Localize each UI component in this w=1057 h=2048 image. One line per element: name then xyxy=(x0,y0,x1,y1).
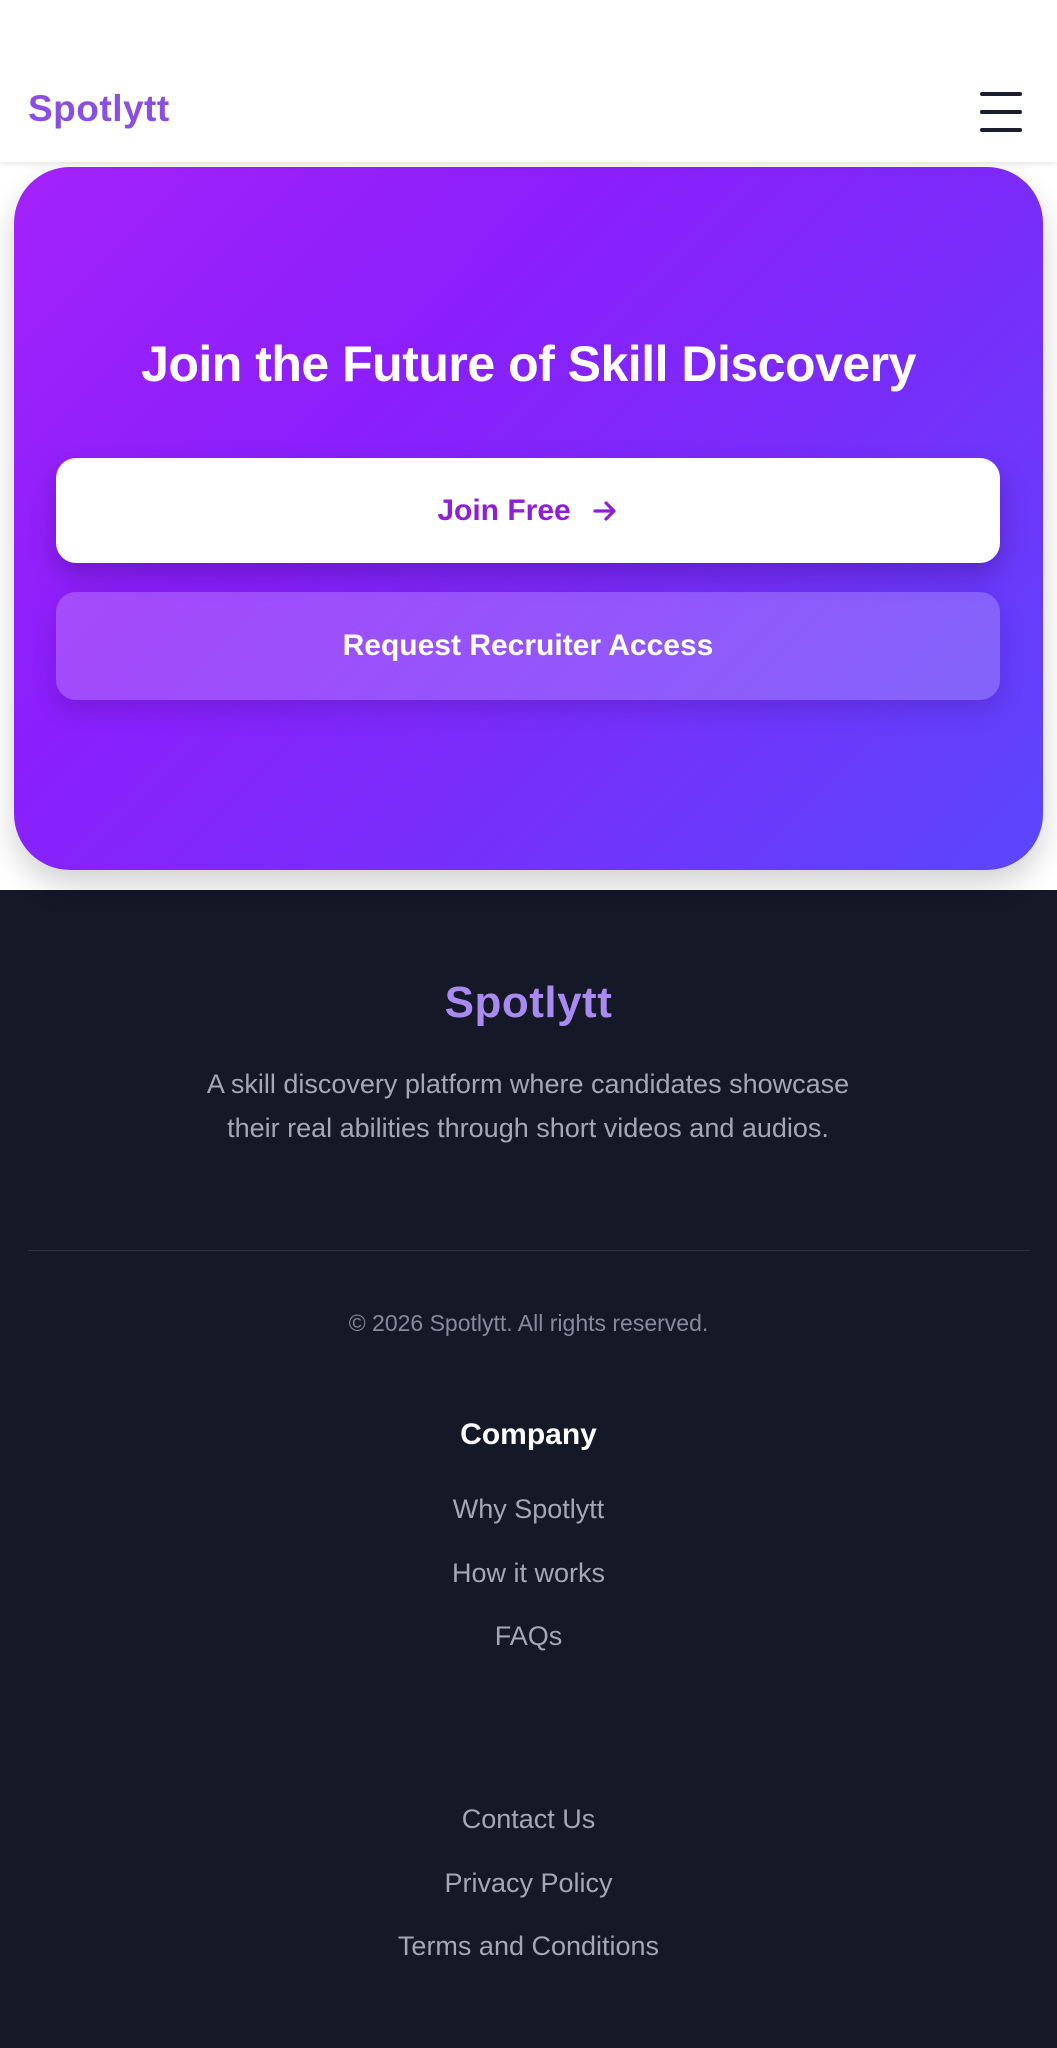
arrow-right-icon xyxy=(591,497,619,525)
footer-link-privacy-policy[interactable]: Privacy Policy xyxy=(0,1868,1057,1899)
menu-bar xyxy=(980,110,1022,114)
recruiter-access-label: Request Recruiter Access xyxy=(342,629,714,662)
footer-divider xyxy=(28,1250,1029,1251)
hero-title: Join the Future of Skill Discovery xyxy=(141,336,916,392)
footer-logo[interactable]: Spotlytt xyxy=(0,978,1057,1028)
brand-logo[interactable]: Spotlytt xyxy=(28,88,170,130)
cta-hero: Join the Future of Skill Discovery Join … xyxy=(14,167,1043,870)
site-header: Spotlytt xyxy=(0,0,1057,162)
copyright-text: © 2026 Spotlytt. All rights reserved. xyxy=(348,1310,709,1336)
footer-description: A skill discovery platform where candida… xyxy=(206,1069,850,1143)
join-free-label: Join Free xyxy=(437,493,571,527)
join-free-button[interactable]: Join Free xyxy=(56,458,1000,563)
hamburger-menu-icon[interactable] xyxy=(978,90,1024,134)
request-recruiter-access-button[interactable]: Request Recruiter Access xyxy=(56,592,1000,700)
company-heading: Company xyxy=(460,1418,597,1451)
footer-link-faqs[interactable]: FAQs xyxy=(0,1621,1057,1652)
footer-link-terms-and-conditions[interactable]: Terms and Conditions xyxy=(0,1931,1057,1962)
footer-link-why-spotlytt[interactable]: Why Spotlytt xyxy=(0,1494,1057,1525)
menu-bar xyxy=(980,128,1022,132)
site-footer: Spotlytt A skill discovery platform wher… xyxy=(0,890,1057,2048)
menu-bar xyxy=(980,92,1022,96)
footer-link-contact-us[interactable]: Contact Us xyxy=(0,1804,1057,1835)
footer-link-how-it-works[interactable]: How it works xyxy=(0,1558,1057,1589)
